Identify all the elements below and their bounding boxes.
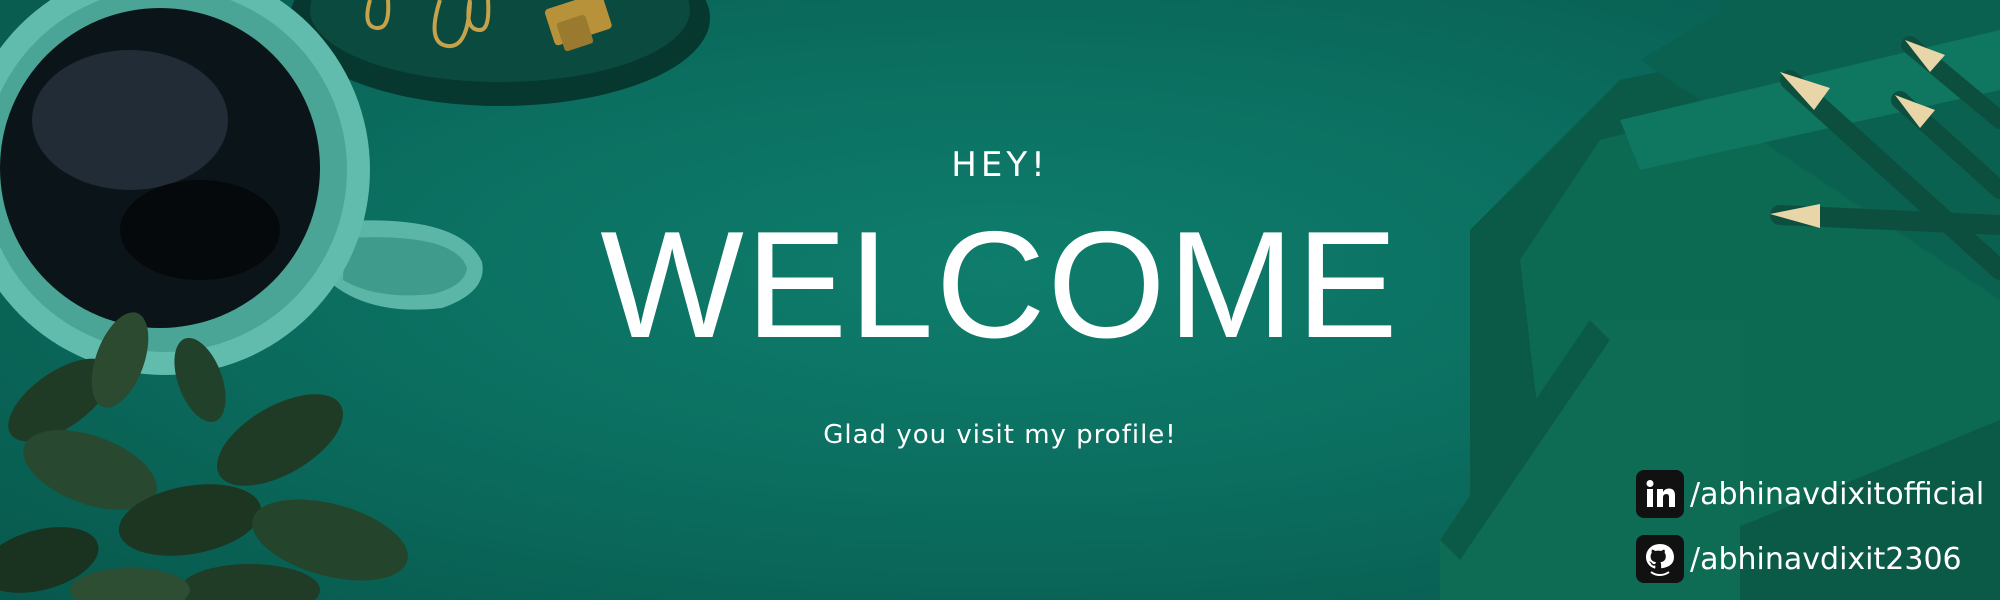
welcome-banner: HEY! WELCOME Glad you visit my profile! … [0, 0, 2000, 600]
welcome-heading: WELCOME [600, 200, 1400, 370]
github-icon [1636, 535, 1684, 583]
linkedin-handle: /abhinavdixitofficial [1690, 476, 1985, 512]
linkedin-link[interactable]: /abhinavdixitofficial [1636, 467, 1984, 521]
linkedin-icon [1636, 470, 1684, 518]
github-handle: /abhinavdixit2306 [1690, 541, 1962, 577]
subtitle-text: Glad you visit my profile! [823, 420, 1177, 450]
greeting-text: HEY! [951, 145, 1049, 185]
github-link[interactable]: /abhinavdixit2306 [1636, 532, 1962, 586]
